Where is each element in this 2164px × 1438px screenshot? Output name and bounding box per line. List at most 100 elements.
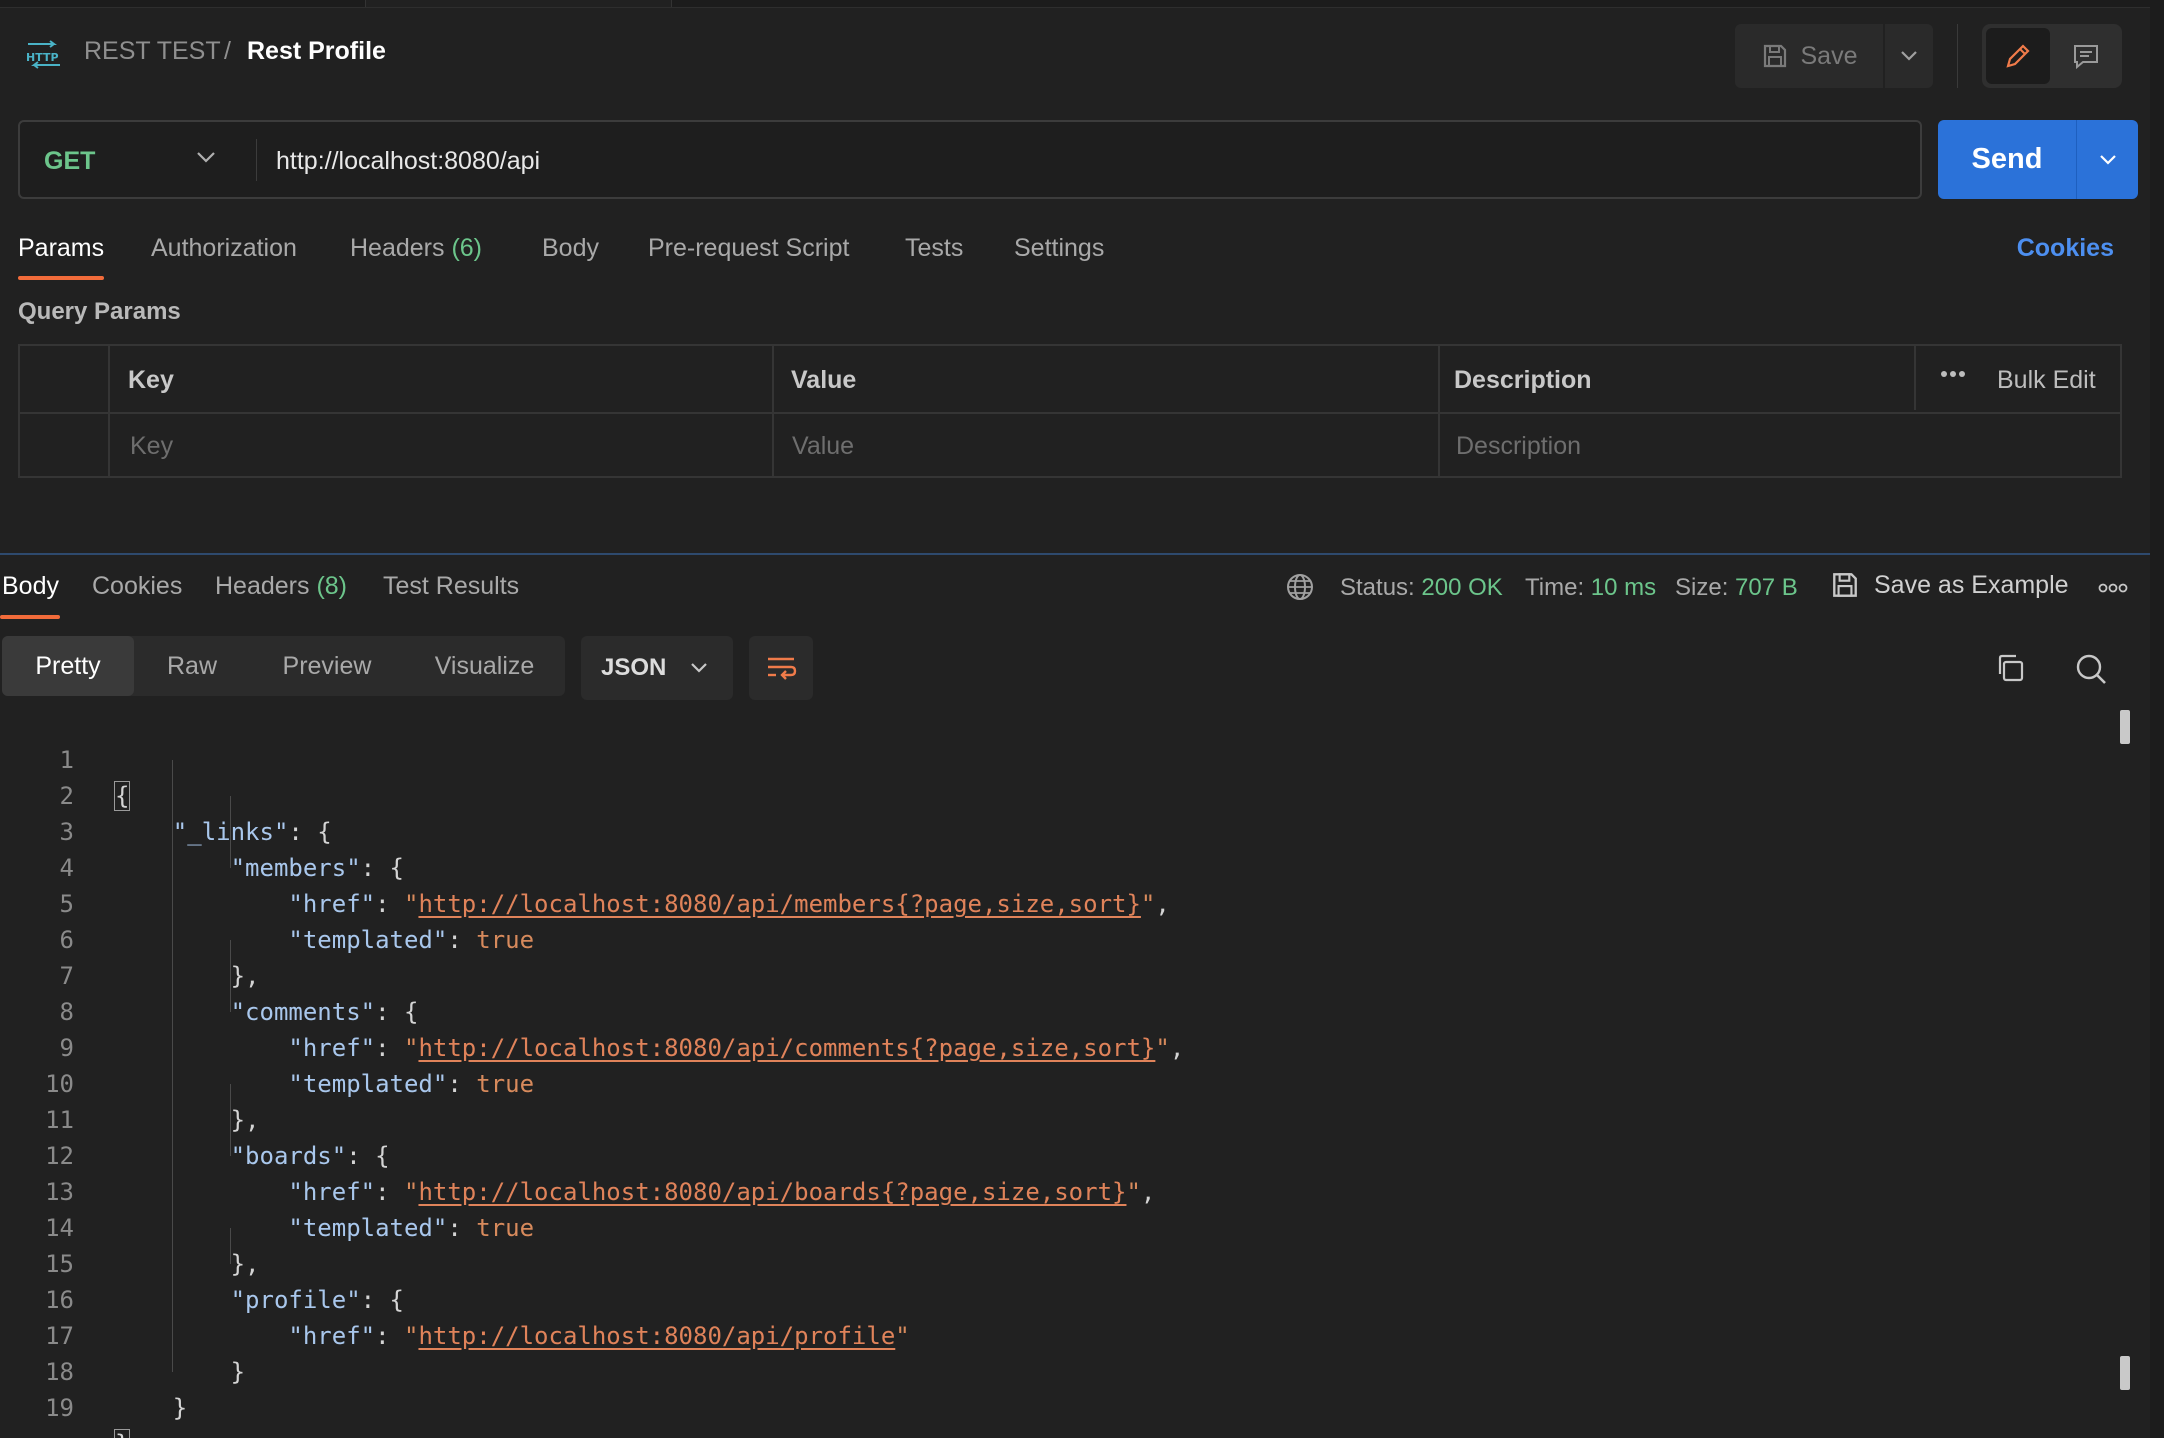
- top-strip-border: [0, 7, 2164, 8]
- top-tab-strip: [0, 0, 2164, 8]
- pretty-button[interactable]: Pretty: [2, 636, 134, 696]
- query-params-table: Key Value Description Bulk Edit Key Valu…: [18, 344, 2122, 478]
- raw-button[interactable]: Raw: [134, 636, 250, 696]
- line-number: 19: [45, 1394, 74, 1422]
- bulk-edit-button[interactable]: Bulk Edit: [1997, 366, 2096, 395]
- comment-mode-button[interactable]: [2054, 28, 2118, 84]
- scrollbar-thumb[interactable]: [2120, 710, 2130, 744]
- wrap-lines-button[interactable]: [749, 636, 813, 700]
- tab-authorization[interactable]: Authorization: [151, 234, 297, 263]
- save-label: Save: [1800, 41, 1858, 70]
- save-as-example-button[interactable]: Save as Example: [1830, 570, 2069, 600]
- response-pane-divider[interactable]: [0, 553, 2150, 555]
- comment-icon: [2074, 45, 2098, 70]
- method-select[interactable]: GET: [44, 147, 95, 176]
- response-tab-cookies[interactable]: Cookies: [92, 572, 182, 601]
- response-tab-headers-count: (8): [316, 572, 348, 600]
- more-options-icon[interactable]: [2098, 583, 2128, 593]
- value-field[interactable]: Value: [792, 432, 854, 461]
- code-line: 5 "templated": true: [0, 850, 2110, 954]
- table-row: Key Value Description: [20, 412, 2120, 476]
- tab-headers-label: Headers: [350, 234, 445, 262]
- response-tab-headers-label: Headers: [215, 572, 310, 600]
- view-mode-selector: Pretty Raw Preview Visualize: [2, 636, 565, 696]
- wrap-lines-icon: [768, 657, 797, 680]
- matched-bracket: }: [113, 1429, 131, 1438]
- search-icon[interactable]: [2074, 652, 2108, 686]
- format-select-value: JSON: [601, 654, 667, 681]
- code-line: 6 },: [0, 886, 2110, 990]
- response-tab-test-results[interactable]: Test Results: [383, 572, 519, 601]
- code-line: 4 "href": "http://localhost:8080/api/mem…: [0, 814, 2110, 918]
- svg-text:HTTP: HTTP: [26, 51, 59, 64]
- code-line: 12 "href": "http://localhost:8080/api/bo…: [0, 1102, 2110, 1206]
- send-button[interactable]: Send: [1938, 120, 2076, 199]
- code-line: 18 }: [0, 1318, 2110, 1422]
- postman-window: HTTP REST TEST / Rest Profile Save GET h…: [0, 0, 2164, 1438]
- tab-pre-request-script[interactable]: Pre-request Script: [648, 234, 849, 263]
- code-line: 15 "profile": {: [0, 1210, 2110, 1314]
- header-divider: [1957, 24, 1958, 88]
- request-tabs: Params Authorization Headers (6) Body Pr…: [0, 230, 2164, 282]
- breadcrumb-collection[interactable]: REST TEST: [84, 37, 221, 66]
- code-line: 9 "templated": true: [0, 994, 2110, 1098]
- key-field[interactable]: Key: [130, 432, 173, 461]
- request-bar: GET: [18, 120, 1922, 199]
- chevron-down-icon: [1901, 51, 1917, 61]
- save-as-example-label: Save as Example: [1874, 570, 2069, 599]
- tab-headers[interactable]: Headers (6): [350, 234, 482, 263]
- http-icon: HTTP: [24, 40, 64, 70]
- url-input[interactable]: [276, 140, 1896, 182]
- status-readout: Status: 200 OK: [1340, 574, 1503, 602]
- time-value: 10 ms: [1590, 574, 1657, 601]
- response-tab-headers[interactable]: Headers (8): [215, 572, 347, 601]
- globe-icon[interactable]: [1285, 572, 1315, 602]
- code-line: 2 "_links": {: [0, 742, 2110, 846]
- column-description: Description: [1454, 366, 1592, 394]
- code-line: 14 },: [0, 1174, 2110, 1278]
- code-line: 8 "href": "http://localhost:8080/api/com…: [0, 958, 2110, 1062]
- tab-settings[interactable]: Settings: [1014, 234, 1104, 263]
- tab-tests[interactable]: Tests: [905, 234, 963, 263]
- breadcrumb-separator: /: [224, 37, 231, 65]
- cookies-link[interactable]: Cookies: [2017, 234, 2114, 263]
- column-value: Value: [791, 366, 857, 394]
- edit-mode-button[interactable]: [1986, 28, 2050, 84]
- request-title[interactable]: Rest Profile: [247, 37, 386, 66]
- tab-body[interactable]: Body: [542, 234, 599, 263]
- response-body-editor[interactable]: 1 { 2 "_links": { 3 "members": { 4 "href…: [0, 706, 2130, 1438]
- mode-toggle: [1982, 24, 2122, 88]
- chevron-down-icon: [2099, 154, 2116, 165]
- response-tab-body[interactable]: Body: [2, 572, 59, 601]
- send-dropdown-button[interactable]: [2076, 120, 2138, 199]
- code-text: }: [113, 1426, 131, 1438]
- code-line: 16 "href": "http://localhost:8080/api/pr…: [0, 1246, 2110, 1350]
- code-line: 17 }: [0, 1282, 2110, 1386]
- preview-button[interactable]: Preview: [250, 636, 404, 696]
- time-readout: Time: 10 ms: [1525, 574, 1656, 602]
- copy-icon[interactable]: [1994, 652, 2026, 684]
- save-icon: [1833, 573, 1857, 597]
- code-text: }: [115, 1390, 187, 1426]
- code-line: 3 "members": {: [0, 778, 2110, 882]
- save-icon: [1763, 44, 1786, 68]
- tab-params[interactable]: Params: [18, 234, 104, 263]
- save-button[interactable]: Save: [1735, 24, 1883, 88]
- table-header-row: Key Value Description Bulk Edit: [20, 346, 2120, 410]
- format-select[interactable]: JSON: [581, 636, 733, 700]
- chevron-down-icon[interactable]: [196, 150, 216, 164]
- response-active-tab-indicator: [0, 615, 60, 619]
- scrollbar-marker[interactable]: [2120, 1356, 2130, 1390]
- size-label: Size:: [1675, 574, 1729, 601]
- visualize-button[interactable]: Visualize: [404, 636, 565, 696]
- code-line: 11 "boards": {: [0, 1066, 2110, 1170]
- window-edge: [2150, 0, 2164, 1438]
- more-options-icon[interactable]: [1940, 370, 1966, 378]
- pencil-icon: [2006, 44, 2030, 68]
- time-label: Time:: [1525, 574, 1585, 601]
- active-tab-indicator: [18, 276, 104, 280]
- save-dropdown-button[interactable]: [1885, 24, 1933, 88]
- chevron-down-icon: [691, 663, 708, 673]
- status-label: Status:: [1340, 574, 1415, 601]
- description-field[interactable]: Description: [1456, 432, 1581, 461]
